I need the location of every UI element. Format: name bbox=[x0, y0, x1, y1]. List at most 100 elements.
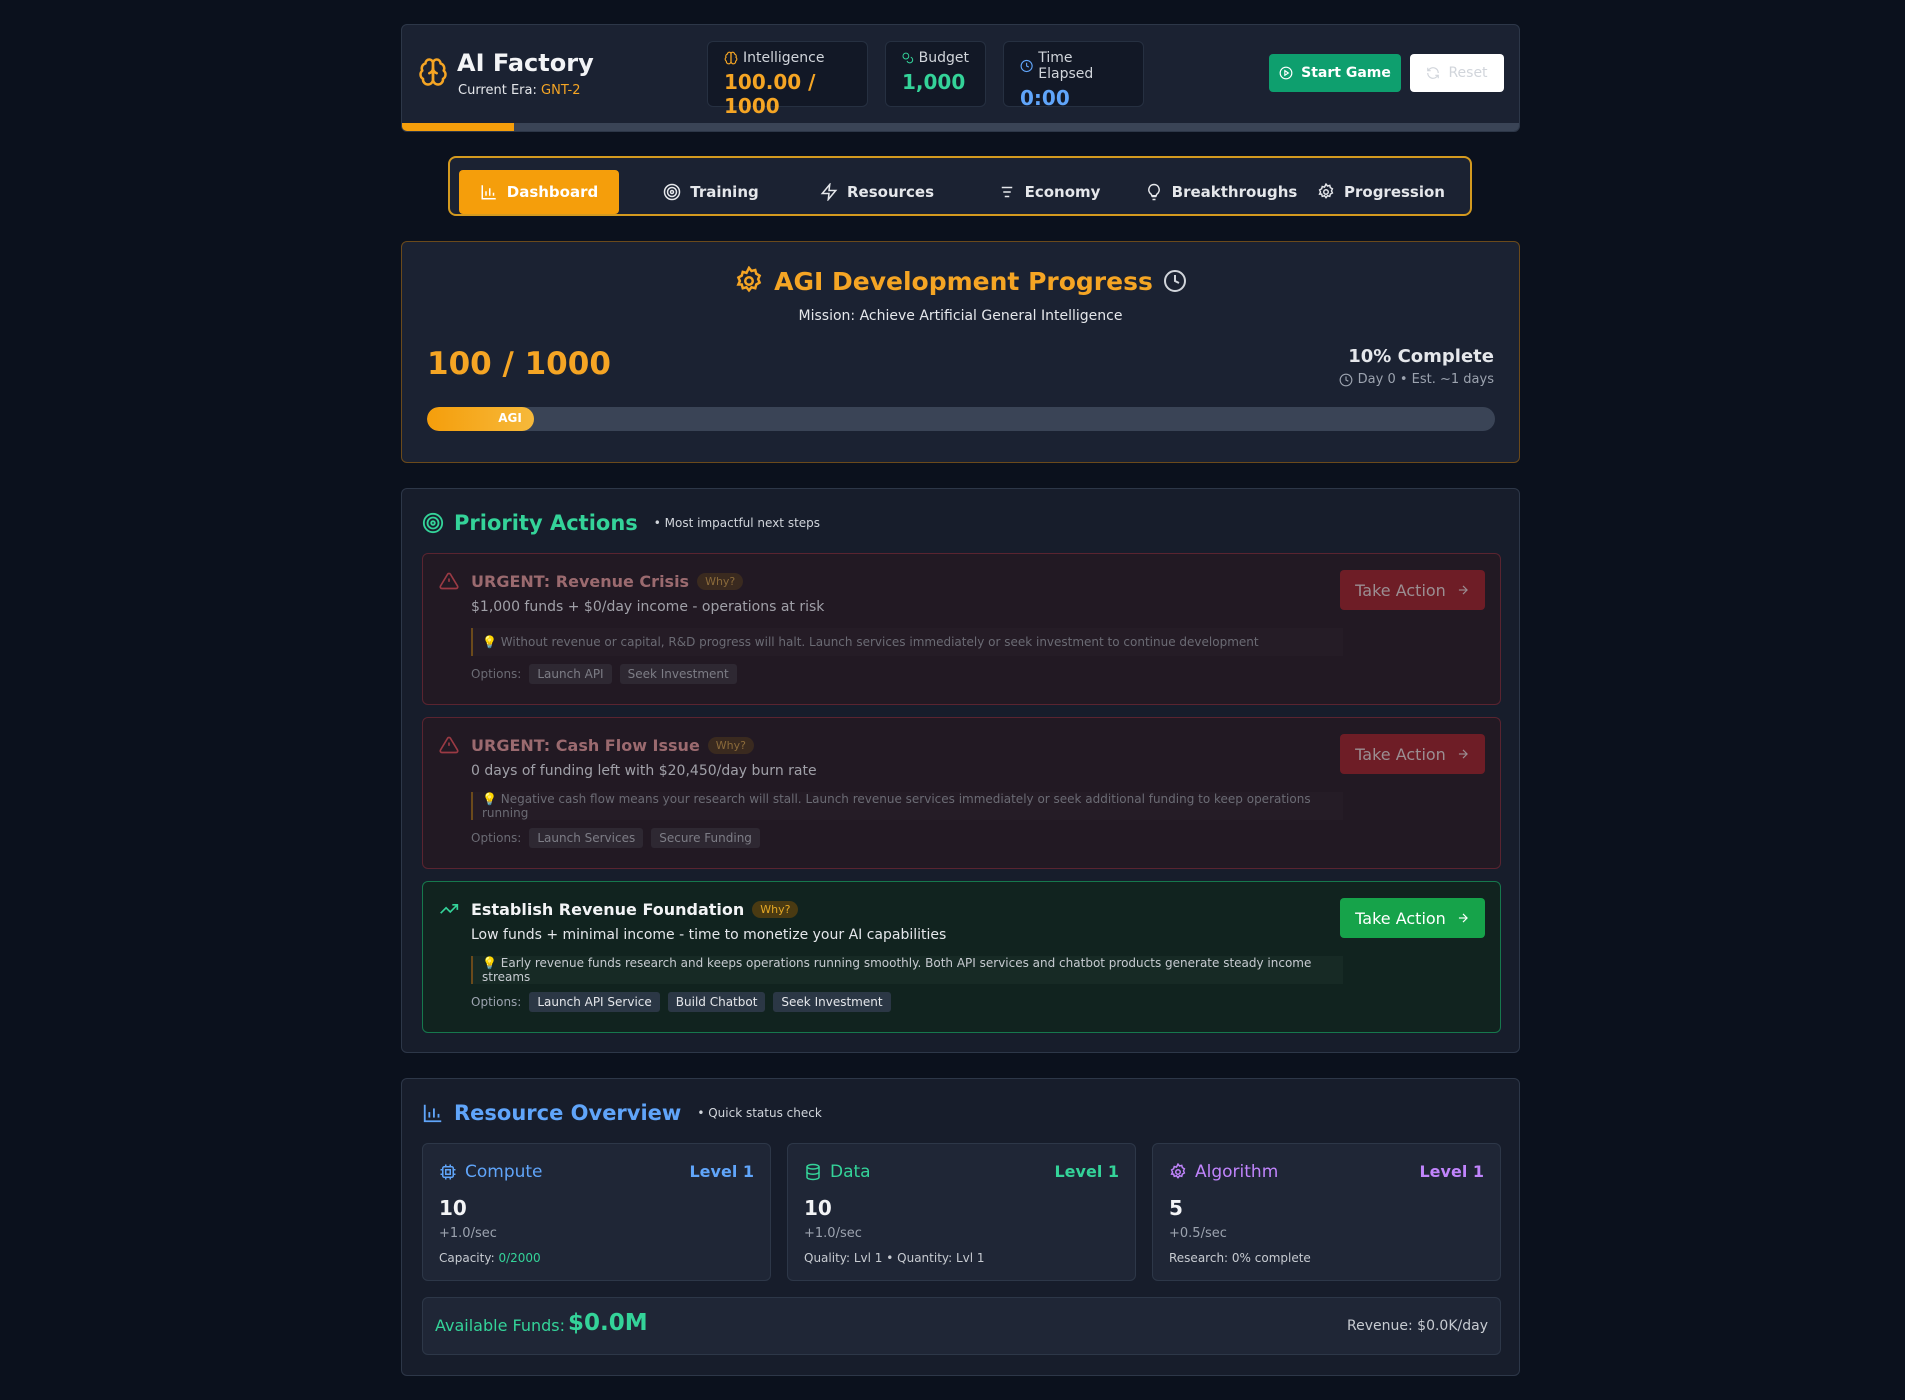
reset-button[interactable]: Reset bbox=[1410, 54, 1504, 92]
target-icon bbox=[422, 512, 444, 534]
why-badge[interactable]: Why? bbox=[707, 737, 754, 754]
card-tip: 💡 Negative cash flow means your research… bbox=[471, 792, 1343, 820]
era-value: GNT-2 bbox=[541, 83, 581, 98]
target-icon bbox=[664, 183, 681, 201]
trending-up-icon bbox=[440, 904, 459, 914]
why-badge[interactable]: Why? bbox=[697, 573, 744, 590]
lightbulb-icon bbox=[1147, 183, 1160, 201]
options-label: Options: bbox=[471, 831, 522, 845]
resource-rate: +1.0/sec bbox=[804, 1226, 862, 1241]
resource-card-compute: Compute Level 1 10 +1.0/sec Capacity: 0/… bbox=[422, 1143, 771, 1281]
tab-training[interactable]: Training bbox=[630, 170, 792, 214]
coins-icon bbox=[902, 52, 914, 64]
start-game-button[interactable]: Start Game bbox=[1269, 54, 1401, 92]
resource-meta: Research: 0% complete bbox=[1169, 1251, 1311, 1265]
agi-value: 100 / 1000 bbox=[427, 346, 611, 382]
tab-resources[interactable]: Resources bbox=[796, 170, 958, 214]
bar-chart-icon bbox=[423, 1104, 442, 1123]
resource-level: Level 1 bbox=[1419, 1162, 1484, 1181]
take-action-button[interactable]: Take Action bbox=[1340, 898, 1485, 938]
card-title: URGENT: Cash Flow Issue bbox=[471, 736, 700, 755]
gear-icon bbox=[736, 266, 762, 293]
options-label: Options: bbox=[471, 995, 522, 1009]
option-chip[interactable]: Build Chatbot bbox=[667, 992, 766, 1012]
clock-icon bbox=[1163, 270, 1186, 292]
tab-breakthroughs[interactable]: Breakthroughs bbox=[1140, 170, 1302, 214]
card-description: 0 days of funding left with $20,450/day … bbox=[471, 763, 817, 779]
game-header: AI Factory Current Era: GNT-2 Intelligen… bbox=[401, 24, 1520, 132]
card-title: URGENT: Revenue Crisis bbox=[471, 572, 690, 591]
agi-progress-panel: AGI Development Progress Mission: Achiev… bbox=[401, 241, 1520, 463]
cpu-icon bbox=[440, 1164, 456, 1180]
header-progress-fill bbox=[402, 123, 514, 131]
resource-level: Level 1 bbox=[1054, 1162, 1119, 1181]
agi-progress-bar: AGI bbox=[427, 407, 1495, 431]
take-action-button[interactable]: Take Action bbox=[1340, 734, 1485, 774]
resource-amount: 10 bbox=[804, 1196, 832, 1220]
resource-rate: +1.0/sec bbox=[439, 1226, 497, 1241]
option-chip[interactable]: Seek Investment bbox=[773, 992, 891, 1012]
brain-icon bbox=[724, 51, 738, 65]
resource-level: Level 1 bbox=[689, 1162, 754, 1181]
options-label: Options: bbox=[471, 667, 522, 681]
funds-label: Available Funds: bbox=[435, 1316, 565, 1335]
agi-progress-fill: AGI bbox=[427, 407, 534, 431]
resource-rate: +0.5/sec bbox=[1169, 1226, 1227, 1241]
agi-estimate: Day 0 • Est. ~1 days bbox=[1339, 372, 1494, 387]
budget-value: 1,000 bbox=[902, 70, 966, 94]
arrow-right-icon bbox=[1458, 585, 1468, 595]
agi-percent: 10% Complete bbox=[1348, 346, 1494, 367]
stat-intelligence: Intelligence 100.00 / 1000 bbox=[707, 41, 868, 118]
priority-card-revenue-crisis: URGENT: Revenue Crisis Why? $1,000 funds … bbox=[422, 553, 1501, 705]
time-value: 0:00 bbox=[1020, 86, 1070, 110]
clock-icon bbox=[1339, 373, 1353, 386]
current-era: Current Era: GNT-2 bbox=[458, 83, 581, 98]
stat-time-elapsed: Time Elapsed 0:00 bbox=[1003, 41, 1144, 110]
agi-bar-label: AGI bbox=[498, 411, 522, 425]
bar-chart-icon bbox=[481, 185, 496, 200]
resource-meta: Capacity: 0/2000 bbox=[439, 1251, 541, 1265]
option-chip[interactable]: Seek Investment bbox=[619, 664, 737, 684]
clock-icon bbox=[1020, 59, 1033, 73]
take-action-button[interactable]: Take Action bbox=[1340, 570, 1485, 610]
revenue-text: Revenue: $0.0K/day bbox=[1347, 1318, 1488, 1334]
priority-actions-panel: Priority Actions • Most impactful next s… bbox=[401, 488, 1520, 1053]
card-description: Low funds + minimal income - time to mon… bbox=[471, 927, 947, 943]
priority-card-cash-flow: URGENT: Cash Flow Issue Why? 0 days of fu… bbox=[422, 717, 1501, 869]
agi-title: AGI Development Progress bbox=[774, 266, 1153, 296]
funds-value: $0.0M bbox=[568, 1310, 648, 1336]
app-title: AI Factory bbox=[457, 49, 594, 77]
option-chip[interactable]: Launch API bbox=[529, 664, 612, 684]
header-progress-bar bbox=[402, 123, 1519, 131]
resource-meta: Quality: Lvl 1 • Quantity: Lvl 1 bbox=[804, 1251, 985, 1265]
gear-icon bbox=[1170, 1163, 1186, 1179]
mission-text: Mission: Achieve Artificial General Inte… bbox=[798, 308, 1123, 324]
option-chip[interactable]: Launch API Service bbox=[529, 992, 660, 1012]
tab-economy[interactable]: Economy bbox=[968, 170, 1130, 214]
tab-bar: Dashboard Training Resources Economy Bre… bbox=[448, 156, 1472, 216]
priority-card-revenue-foundation: Establish Revenue Foundation Why? Low fun… bbox=[422, 881, 1501, 1033]
tab-progression[interactable]: Progression bbox=[1300, 170, 1462, 214]
resource-card-data: Data Level 1 10 +1.0/sec Quality: Lvl 1 … bbox=[787, 1143, 1136, 1281]
option-chip[interactable]: Launch Services bbox=[529, 828, 644, 848]
card-tip: 💡 Without revenue or capital, R&D progre… bbox=[471, 628, 1343, 656]
card-title: Establish Revenue Foundation bbox=[471, 900, 745, 919]
tab-dashboard[interactable]: Dashboard bbox=[459, 170, 619, 214]
intelligence-value: 100.00 / 1000 bbox=[724, 70, 816, 118]
gear-icon bbox=[1318, 183, 1334, 199]
card-tip: 💡 Early revenue funds research and keeps… bbox=[471, 956, 1343, 984]
resource-subtitle: • Quick status check bbox=[697, 1106, 822, 1120]
resource-card-algorithm: Algorithm Level 1 5 +0.5/sec Research: 0… bbox=[1152, 1143, 1501, 1281]
resource-amount: 10 bbox=[439, 1196, 467, 1220]
available-funds-bar: Available Funds: $0.0M Revenue: $0.0K/da… bbox=[422, 1297, 1501, 1355]
why-badge[interactable]: Why? bbox=[752, 901, 799, 918]
priority-title: Priority Actions bbox=[454, 511, 638, 535]
stat-budget: Budget 1,000 bbox=[885, 41, 986, 107]
option-chip[interactable]: Secure Funding bbox=[651, 828, 760, 848]
warning-icon bbox=[439, 572, 459, 590]
resource-amount: 5 bbox=[1169, 1196, 1183, 1220]
arrow-right-icon bbox=[1458, 749, 1468, 759]
play-icon bbox=[1279, 66, 1293, 80]
resource-overview-panel: Resource Overview • Quick status check C… bbox=[401, 1078, 1520, 1376]
list-icon bbox=[1001, 186, 1012, 198]
